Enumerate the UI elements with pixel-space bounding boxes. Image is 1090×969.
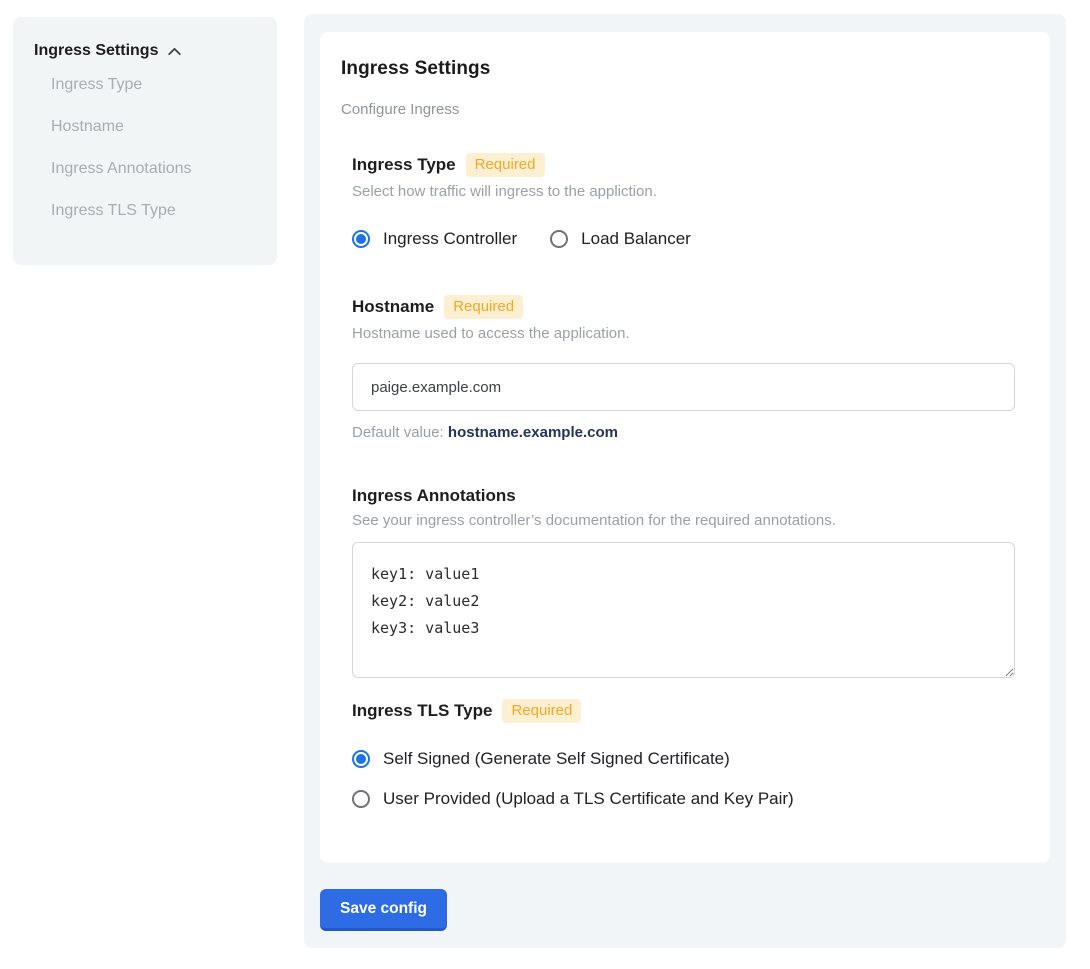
save-config-button[interactable]: Save config (320, 889, 447, 931)
sidebar-group-ingress-settings[interactable]: Ingress Settings (33, 41, 257, 60)
section-ingress-type: Ingress Type Required Select how traffic… (352, 153, 1018, 249)
radio-load-balancer[interactable]: Load Balancer (550, 229, 691, 249)
hostname-label: Hostname (352, 297, 434, 317)
chevron-up-icon (166, 43, 183, 60)
sidebar-item-hostname[interactable]: Hostname (33, 106, 257, 148)
section-hostname: Hostname Required Hostname used to acces… (352, 295, 1018, 441)
radio-self-signed[interactable]: Self Signed (Generate Self Signed Certif… (352, 749, 730, 769)
required-badge: Required (466, 153, 545, 177)
tls-type-radio-group: Self Signed (Generate Self Signed Certif… (352, 749, 1018, 809)
hostname-input[interactable] (352, 363, 1015, 411)
section-ingress-annotations: Ingress Annotations See your ingress con… (352, 486, 1018, 678)
annotations-label: Ingress Annotations (352, 486, 516, 506)
radio-label: Load Balancer (581, 229, 691, 249)
ingress-type-help: Select how traffic will ingress to the a… (352, 183, 1018, 200)
ingress-form: Ingress Type Required Select how traffic… (352, 153, 1018, 809)
hostname-help: Hostname used to access the application. (352, 325, 1018, 342)
radio-selected-icon (352, 230, 370, 248)
hostname-default-value: Default value: hostname.example.com (352, 424, 1018, 441)
ingress-type-radio-group: Ingress Controller Load Balancer (352, 229, 1018, 249)
required-badge: Required (444, 295, 523, 319)
radio-ingress-controller[interactable]: Ingress Controller (352, 229, 517, 249)
radio-label: User Provided (Upload a TLS Certificate … (383, 789, 794, 809)
radio-label: Self Signed (Generate Self Signed Certif… (383, 749, 730, 769)
settings-sidebar: Ingress Settings Ingress Type Hostname I… (13, 17, 277, 265)
section-ingress-tls-type: Ingress TLS Type Required Self Signed (G… (352, 699, 1018, 809)
annotations-textarea[interactable]: key1: value1 key2: value2 key3: value3 (352, 542, 1015, 678)
sidebar-item-ingress-annotations[interactable]: Ingress Annotations (33, 148, 257, 190)
radio-unselected-icon (550, 230, 568, 248)
radio-user-provided[interactable]: User Provided (Upload a TLS Certificate … (352, 789, 794, 809)
ingress-type-label: Ingress Type (352, 155, 456, 175)
sidebar-nav: Ingress Type Hostname Ingress Annotation… (33, 64, 257, 232)
page-subtitle: Configure Ingress (341, 101, 1018, 118)
sidebar-item-ingress-tls-type[interactable]: Ingress TLS Type (33, 190, 257, 232)
ingress-settings-card: Ingress Settings Configure Ingress Ingre… (320, 32, 1050, 863)
settings-panel: Ingress Settings Configure Ingress Ingre… (304, 14, 1066, 948)
default-value-prefix: Default value: (352, 424, 444, 441)
radio-label: Ingress Controller (383, 229, 517, 249)
radio-unselected-icon (352, 790, 370, 808)
radio-selected-icon (352, 750, 370, 768)
page-title: Ingress Settings (341, 58, 1018, 80)
required-badge: Required (502, 699, 581, 723)
sidebar-item-ingress-type[interactable]: Ingress Type (33, 64, 257, 106)
annotations-help: See your ingress controller’s documentat… (352, 512, 1018, 529)
default-value-text: hostname.example.com (448, 424, 618, 441)
sidebar-group-label: Ingress Settings (34, 42, 158, 60)
tls-type-label: Ingress TLS Type (352, 701, 492, 721)
